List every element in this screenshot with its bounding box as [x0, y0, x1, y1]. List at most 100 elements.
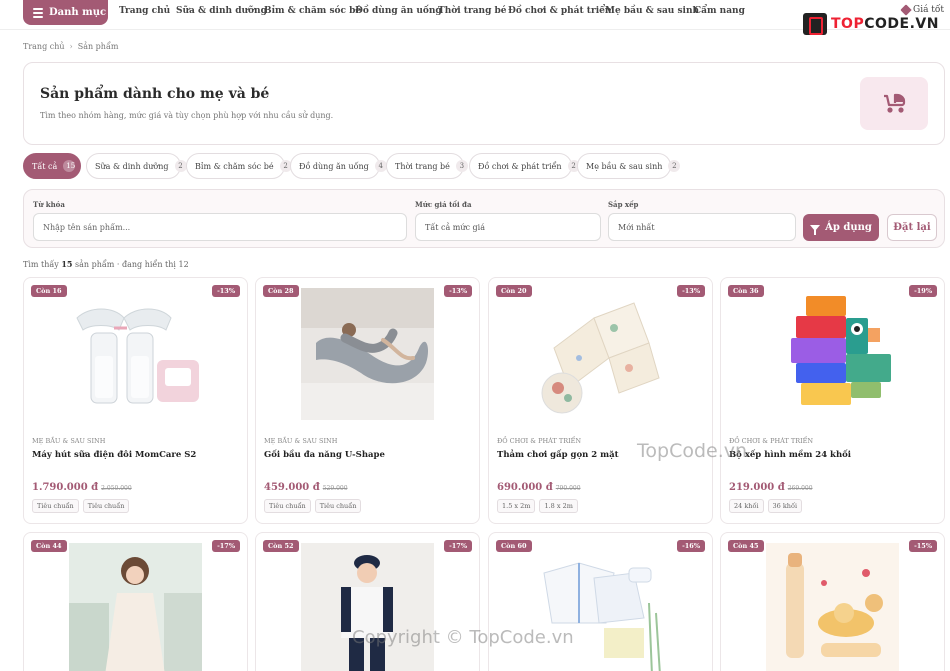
- product-card[interactable]: Còn 44 -17%: [23, 532, 248, 671]
- product-category: Mẹ bầu & sau sinh: [264, 437, 338, 445]
- discount-badge: -17%: [444, 540, 472, 552]
- product-card[interactable]: Còn 20 -13% Đồ chơi & phát triển Thảm ch…: [488, 277, 713, 524]
- sort-select[interactable]: Mới nhất: [608, 213, 796, 241]
- breadcrumb-home[interactable]: Trang chủ: [23, 42, 65, 51]
- nav-link-mom[interactable]: Mẹ bầu & sau sinh: [605, 6, 699, 16]
- max-price-label: Mức giá tối đa: [415, 200, 472, 209]
- pill-toys[interactable]: Đồ chơi & phát triển 2: [469, 153, 580, 179]
- filter-icon: [810, 224, 821, 235]
- product-image-newborn-set: [534, 543, 667, 671]
- product-card[interactable]: Còn 52 -17%: [255, 532, 480, 671]
- product-category: Đồ chơi & phát triển: [729, 437, 814, 445]
- discount-badge: -13%: [677, 285, 705, 297]
- product-category: Đồ chơi & phát triển: [497, 437, 582, 445]
- nav-link-milk[interactable]: Sữa & dinh dưỡng: [176, 6, 267, 16]
- sort-label: Sắp xếp: [608, 200, 639, 209]
- page-title: Sản phẩm dành cho mẹ và bé: [40, 86, 270, 102]
- chevron-right-icon: ›: [69, 42, 73, 51]
- discount-badge: -15%: [909, 540, 937, 552]
- product-card[interactable]: Còn 28 -13% Mẹ bầu & sau sinh Gối bầu đa…: [255, 277, 480, 524]
- product-name[interactable]: Máy hút sữa điện đôi MomCare S2: [32, 450, 196, 460]
- nav-link-home[interactable]: Trang chủ: [119, 6, 170, 16]
- stock-badge: Còn 44: [31, 540, 67, 552]
- discount-badge: -16%: [677, 540, 705, 552]
- product-name[interactable]: Bộ xếp hình mềm 24 khối: [729, 450, 851, 460]
- pill-label: Thời trang bé: [395, 161, 450, 171]
- discount-badge: -13%: [444, 285, 472, 297]
- pill-label: Bỉm & chăm sóc bé: [195, 161, 274, 171]
- old-price: 269.000: [787, 485, 813, 492]
- product-image-building-blocks: [766, 288, 899, 420]
- variant-tag[interactable]: Tiêu chuẩn: [314, 499, 362, 513]
- pill-mom[interactable]: Mẹ bầu & sau sinh 2: [577, 153, 681, 179]
- category-menu-button[interactable]: Danh mục: [23, 0, 108, 25]
- variant-tags: Tiêu chuẩn Tiêu chuẩn: [264, 499, 362, 513]
- apply-label: Áp dụng: [825, 222, 872, 233]
- variant-tags: 1.5 x 2m 1.8 x 2m: [497, 499, 578, 513]
- variant-tag[interactable]: 1.8 x 2m: [539, 499, 578, 513]
- stock-badge: Còn 36: [728, 285, 764, 297]
- variant-tags: 24 khối 36 khối: [729, 499, 803, 513]
- pill-count: 4: [374, 160, 387, 172]
- hamburger-icon: [33, 6, 43, 20]
- nav-link-guide[interactable]: Cẩm nang: [694, 6, 745, 16]
- product-card[interactable]: Còn 36 -19% Đồ chơi & phát triển Bộ xếp …: [720, 277, 945, 524]
- logo-text: TOPCODE.VN: [831, 16, 939, 32]
- breadcrumb: Trang chủ › Sản phẩm: [23, 42, 118, 51]
- stroller-icon: [860, 77, 928, 130]
- result-count: 15: [61, 259, 73, 269]
- variant-tag[interactable]: 1.5 x 2m: [497, 499, 536, 513]
- menu-label: Danh mục: [49, 7, 107, 18]
- discount-badge: -19%: [909, 285, 937, 297]
- product-image-feeding-set: [766, 543, 899, 671]
- variant-tag[interactable]: Tiêu chuẩn: [82, 499, 130, 513]
- product-price: 690.000 đ 790.000: [497, 482, 581, 493]
- variant-tag[interactable]: Tiêu chuẩn: [32, 499, 79, 513]
- product-card[interactable]: Còn 60 -16%: [488, 532, 713, 671]
- pill-count: 2: [174, 160, 187, 172]
- pill-fashion[interactable]: Thời trang bé 3: [386, 153, 468, 179]
- logo-icon: [803, 13, 827, 35]
- max-price-select[interactable]: Tất cả mức giá: [415, 213, 601, 241]
- page-subtitle: Tìm theo nhóm hàng, mức giá và tùy chọn …: [40, 111, 334, 120]
- pill-label: Đồ dùng ăn uống: [299, 161, 369, 171]
- nav-link-fashion[interactable]: Thời trang bé: [438, 6, 507, 16]
- product-price: 1.790.000 đ 2.050.000: [32, 482, 132, 493]
- nav-link-feeding[interactable]: Đồ dùng ăn uống: [355, 6, 442, 16]
- site-logo: TOPCODE.VN: [803, 13, 939, 35]
- reset-filter-button[interactable]: Đặt lại: [887, 214, 937, 241]
- stock-badge: Còn 52: [263, 540, 299, 552]
- nav-link-toys[interactable]: Đồ chơi & phát triển: [508, 6, 611, 16]
- old-price: 529.000: [322, 485, 348, 492]
- pill-label: Tất cả: [32, 161, 58, 171]
- stock-badge: Còn 20: [496, 285, 532, 297]
- apply-filter-button[interactable]: Áp dụng: [803, 214, 879, 241]
- pill-label: Đồ chơi & phát triển: [478, 161, 562, 171]
- pill-milk[interactable]: Sữa & dinh dưỡng 2: [86, 153, 187, 179]
- variant-tag[interactable]: 24 khối: [729, 499, 764, 513]
- keyword-input[interactable]: [33, 213, 407, 241]
- product-name[interactable]: Gối bầu đa năng U-Shape: [264, 450, 385, 460]
- product-image-girl-dress: [69, 543, 202, 671]
- product-price: 459.000 đ 529.000: [264, 482, 348, 493]
- old-price: 790.000: [555, 485, 581, 492]
- pill-count: 15: [63, 160, 76, 172]
- variant-tag[interactable]: 36 khối: [767, 499, 803, 513]
- nav-link-diaper[interactable]: Bỉm & chăm sóc bé: [264, 6, 361, 16]
- product-image-boy-outfit: [301, 543, 434, 671]
- pill-all[interactable]: Tất cả 15: [23, 153, 81, 179]
- keyword-label: Từ khóa: [33, 200, 65, 209]
- page-hero: Sản phẩm dành cho mẹ và bé Tìm theo nhóm…: [23, 62, 945, 145]
- product-card[interactable]: Còn 45 -15%: [720, 532, 945, 671]
- product-name[interactable]: Thảm chơi gấp gọn 2 mặt: [497, 450, 619, 460]
- old-price: 2.050.000: [101, 485, 132, 492]
- pill-feeding[interactable]: Đồ dùng ăn uống 4: [290, 153, 387, 179]
- pill-diaper[interactable]: Bỉm & chăm sóc bé 2: [186, 153, 292, 179]
- product-card[interactable]: Còn 16 -13% Mẹ bầu & sau sinh Máy hút sữ…: [23, 277, 248, 524]
- variant-tag[interactable]: Tiêu chuẩn: [264, 499, 311, 513]
- product-image-play-mat: [534, 288, 667, 420]
- pill-count: 3: [455, 160, 468, 172]
- result-summary: Tìm thấy 15 sản phẩm · đang hiển thị 12: [23, 259, 189, 269]
- discount-badge: -13%: [212, 285, 240, 297]
- pill-count: 2: [668, 160, 681, 172]
